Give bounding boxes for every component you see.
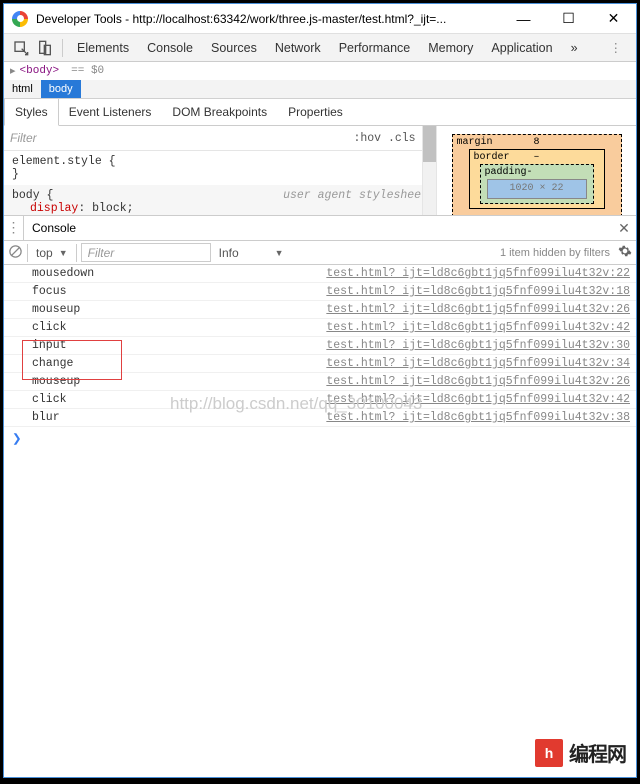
tab-network[interactable]: Network [267,34,329,61]
device-mode-icon[interactable] [34,37,56,59]
crumb-eq-label: == $0 [71,65,104,77]
window-titlebar[interactable]: Developer Tools - http://localhost:63342… [4,4,636,34]
styles-filter-input[interactable]: Filter [10,131,353,145]
tab-console[interactable]: Console [139,34,201,61]
console-log-row[interactable]: blurtest.html? ijt=ld8c6gbt1jq5fnf099ilu… [4,409,636,427]
console-close-button[interactable]: ✕ [612,220,636,237]
subtab-styles[interactable]: Styles [4,99,59,126]
select-element-icon[interactable] [10,37,32,59]
console-filter-input[interactable]: Filter [81,243,211,262]
log-source-link[interactable]: test.html? ijt=ld8c6gbt1jq5fnf099ilu4t32… [326,321,630,334]
log-source-link[interactable]: test.html? ijt=ld8c6gbt1jq5fnf099ilu4t32… [326,303,630,316]
devtools-window: Developer Tools - http://localhost:63342… [3,3,637,778]
box-content[interactable]: 1020 × 22 [487,179,587,199]
log-message: click [32,321,326,334]
hov-cls-toggle[interactable]: :hov .cls [353,132,415,145]
tab-application[interactable]: Application [483,34,560,61]
panel-tabbar: Elements Console Sources Network Perform… [4,34,636,62]
log-message: change [32,357,326,370]
box-border[interactable]: border – padding- 1020 × 22 [469,149,605,209]
log-message: mouseup [32,375,326,388]
css-val: block [92,202,127,215]
chevron-down-icon: ▼ [59,248,68,258]
console-log-row[interactable]: clicktest.html? ijt=ld8c6gbt1jq5fnf099il… [4,391,636,409]
level-selector[interactable]: Info ▼ [215,244,288,262]
rule-body[interactable]: user agent stylesheet body { display: bl… [4,185,436,215]
console-log-row[interactable]: changetest.html? ijt=ld8c6gbt1jq5fnf099i… [4,355,636,373]
log-source-link[interactable]: test.html? ijt=ld8c6gbt1jq5fnf099ilu4t32… [326,357,630,370]
context-selector[interactable]: top ▼ [32,244,72,262]
log-message: mousedown [32,267,326,280]
styles-pane: Filter :hov .cls + element.style { } use… [4,126,636,216]
path-body[interactable]: body [41,80,81,98]
console-settings-icon[interactable] [618,244,632,261]
sidebar-tabs: Styles Event Listeners DOM Breakpoints P… [4,98,636,126]
console-log-row[interactable]: mousedowntest.html? ijt=ld8c6gbt1jq5fnf0… [4,265,636,283]
console-tab[interactable]: Console [24,217,612,240]
log-source-link[interactable]: test.html? ijt=ld8c6gbt1jq5fnf099ilu4t32… [326,285,630,298]
close-button[interactable]: ✕ [591,4,636,33]
filter-divider [27,244,28,262]
dom-crumb: ▸ <body> == $0 [4,62,636,80]
box-margin[interactable]: margin 8 border – padding- 1020 × 22 [452,134,622,215]
console-drawer-header: ⋮ Console ✕ [4,216,636,241]
rule-close: } [12,168,428,181]
log-message: blur [32,411,326,424]
log-source-link[interactable]: test.html? ijt=ld8c6gbt1jq5fnf099ilu4t32… [326,411,630,424]
log-source-link[interactable]: test.html? ijt=ld8c6gbt1jq5fnf099ilu4t32… [326,339,630,352]
styles-scrollbar[interactable] [422,126,436,215]
rule-selector: element.style { [12,155,428,168]
chevron-down-icon: ▼ [275,248,284,258]
box-model-pane: margin 8 border – padding- 1020 × 22 [436,126,636,215]
console-output[interactable]: mousedowntest.html? ijt=ld8c6gbt1jq5fnf0… [4,265,636,777]
watermark-logo-text: 编程网 [569,738,626,767]
console-log-row[interactable]: inputtest.html? ijt=ld8c6gbt1jq5fnf099il… [4,337,636,355]
watermark-logo-icon: h [535,739,563,767]
chrome-icon [12,11,28,27]
subtab-eventlisteners[interactable]: Event Listeners [59,99,163,125]
dom-path: html body [4,80,636,98]
log-source-link[interactable]: test.html? ijt=ld8c6gbt1jq5fnf099ilu4t32… [326,267,630,280]
log-message: focus [32,285,326,298]
styles-filter-bar: Filter :hov .cls + [4,126,436,151]
crumb-arrow-icon: ▸ [10,64,16,78]
css-prop: display [30,202,78,215]
styles-rules: Filter :hov .cls + element.style { } use… [4,126,436,215]
log-source-link[interactable]: test.html? ijt=ld8c6gbt1jq5fnf099ilu4t32… [326,375,630,388]
filter-divider [76,244,77,262]
log-message: mouseup [32,303,326,316]
log-source-link[interactable]: test.html? ijt=ld8c6gbt1jq5fnf099ilu4t32… [326,393,630,406]
log-message: input [32,339,326,352]
path-html[interactable]: html [4,80,41,98]
minimize-button[interactable]: — [501,4,546,33]
console-log-row[interactable]: mouseuptest.html? ijt=ld8c6gbt1jq5fnf099… [4,373,636,391]
tab-performance[interactable]: Performance [331,34,419,61]
subtab-properties[interactable]: Properties [278,99,354,125]
tab-sources[interactable]: Sources [203,34,265,61]
ua-stylesheet-label: user agent stylesheet [283,189,428,202]
tab-memory[interactable]: Memory [420,34,481,61]
console-prompt[interactable]: ❯ [4,427,636,450]
subtab-dombreakpoints[interactable]: DOM Breakpoints [162,99,278,125]
rule-element-style[interactable]: element.style { } [4,151,436,185]
tab-elements[interactable]: Elements [69,34,137,61]
clear-console-icon[interactable] [8,244,23,262]
hidden-count-label: 1 item hidden by filters [292,247,614,259]
settings-menu-icon[interactable]: ⋮ [602,34,631,61]
crumb-body-tag[interactable]: <body> [20,65,60,77]
log-message: click [32,393,326,406]
watermark-logo: h 编程网 [535,738,626,767]
tabbar-divider [62,39,63,57]
maximize-button[interactable]: ☐ [546,4,591,33]
console-log-row[interactable]: mouseuptest.html? ijt=ld8c6gbt1jq5fnf099… [4,301,636,319]
console-log-row[interactable]: focustest.html? ijt=ld8c6gbt1jq5fnf099il… [4,283,636,301]
box-padding[interactable]: padding- 1020 × 22 [480,164,594,204]
console-log-row[interactable]: clicktest.html? ijt=ld8c6gbt1jq5fnf099il… [4,319,636,337]
console-filter-bar: top ▼ Filter Info ▼ 1 item hidden by fil… [4,241,636,265]
window-controls: — ☐ ✕ [501,4,636,33]
tab-overflow[interactable]: » [563,34,586,61]
window-title: Developer Tools - http://localhost:63342… [36,12,501,26]
console-menu-icon[interactable]: ⋮ [4,216,24,240]
